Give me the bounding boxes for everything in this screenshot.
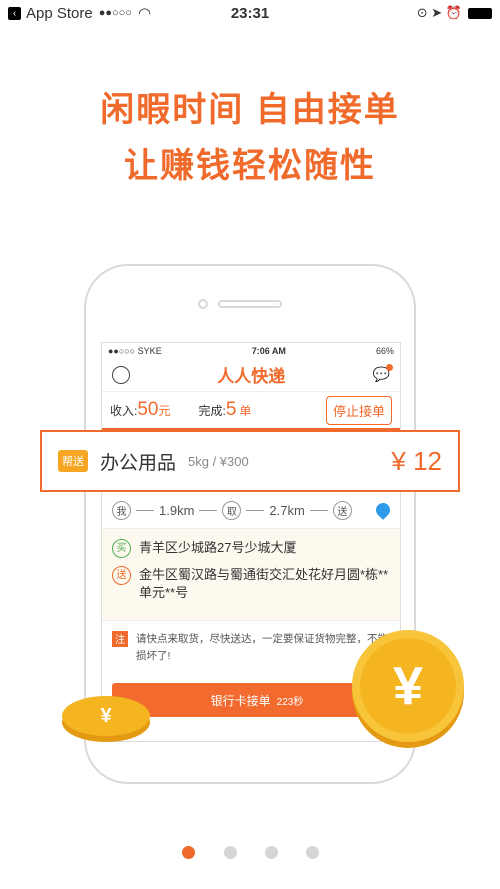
back-icon[interactable]: ‹ — [8, 6, 21, 20]
message-icon[interactable]: 💬 — [373, 364, 393, 383]
status-icons: ⊙ ➤ ⏰ — [416, 5, 462, 20]
page-dot-1[interactable] — [182, 846, 195, 859]
wifi-icon: ◠ — [137, 5, 152, 22]
address-buy: 买青羊区少城路27号少城大厦 — [112, 539, 390, 558]
route-row: 我 1.9km 取 2.7km 送 — [102, 492, 400, 528]
page-dot-3[interactable] — [265, 846, 278, 859]
done-value: 5 — [225, 399, 237, 420]
battery-icon — [468, 7, 492, 19]
user-icon[interactable] — [112, 365, 130, 384]
address-block: 买青羊区少城路27号少城大厦 送金牛区蜀汉路与蜀通街交汇处花好月圆*栋**单元*… — [102, 528, 400, 621]
coin-small: ¥ — [62, 696, 150, 736]
order-title: 办公用品 — [100, 452, 177, 474]
order-price: ¥ 12 — [391, 445, 442, 476]
back-app-link[interactable]: App Store — [26, 5, 93, 22]
address-deliver: 送金牛区蜀汉路与蜀通街交汇处花好月圆*栋**单元**号 — [112, 566, 390, 602]
phone-camera — [198, 299, 208, 309]
headline-line2: 让赚钱轻松随性 — [124, 147, 376, 185]
headline-line1: 闲暇时间 自由接单 — [100, 91, 400, 129]
signal-icon: ●●○○○ — [98, 7, 132, 19]
page-dot-2[interactable] — [224, 846, 237, 859]
income-value: 50 — [137, 399, 159, 420]
stats-row: 收入: 50 元 完成: 5 单 停止接单 — [102, 392, 400, 430]
logo: 人人快递 — [217, 367, 286, 386]
page-dot-4[interactable] — [306, 846, 319, 859]
inner-nav: 人人快递 💬 — [102, 358, 400, 392]
phone-speaker — [218, 300, 282, 308]
inner-status-bar: ●●○○○ SYKE 7:06 AM 66% — [108, 345, 394, 356]
order-detail: 5kg / ¥300 — [188, 453, 249, 469]
status-bar: ‹ App Store ●●○○○ ◠ 23:31 ⊙ ➤ ⏰ — [0, 0, 500, 26]
order-card[interactable]: 帮送 办公用品 5kg / ¥300 ¥ 12 — [40, 430, 460, 492]
location-pin-icon[interactable] — [373, 500, 393, 520]
coin-large: ¥ — [352, 630, 464, 742]
order-tag: 帮送 — [58, 450, 88, 472]
stop-accepting-button[interactable]: 停止接单 — [325, 395, 392, 425]
